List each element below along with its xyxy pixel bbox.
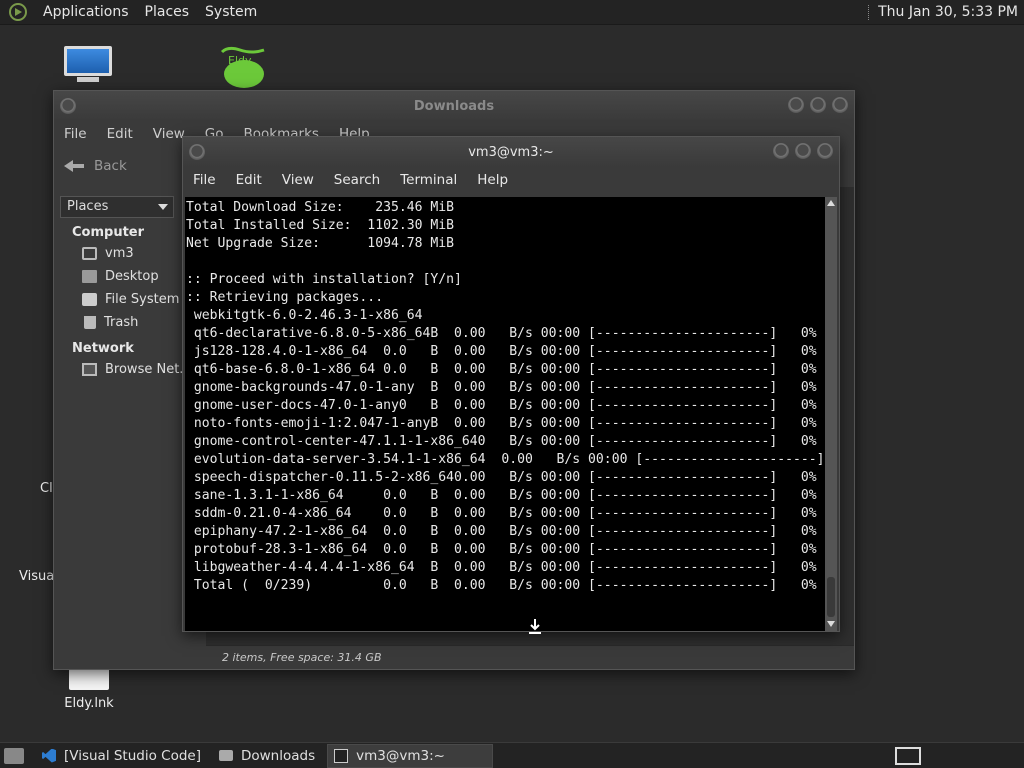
vscode-icon <box>42 748 56 763</box>
sidebar-item-label: File System <box>105 292 180 307</box>
terminal-text: Total Download Size: 235.46 MiB Total Ins… <box>185 197 825 595</box>
maximize-button[interactable] <box>795 143 811 159</box>
terminal-titlebar[interactable]: vm3@vm3:~ <box>183 137 839 167</box>
terminal-line: sane-1.3.1-1-x86_64 0.0 B 0.00 B/s 00:00… <box>186 488 817 503</box>
show-desktop-icon[interactable] <box>4 747 24 764</box>
window-menu-button[interactable] <box>189 144 205 160</box>
term-menu-view[interactable]: View <box>282 172 314 188</box>
terminal-line: Total Download Size: 235.46 MiB <box>186 200 455 215</box>
terminal-line: qt6-base-6.8.0-1-x86_64 0.0 B 0.00 B/s 0… <box>186 362 817 377</box>
terminal-line: noto-fonts-emoji-1:2.047-1-anyB 0.00 B/s… <box>186 416 817 431</box>
partial-desktop-label-visual: Visual <box>19 569 58 584</box>
drive-icon <box>82 293 97 306</box>
terminal-window[interactable]: vm3@vm3:~ File Edit View Search Terminal… <box>182 136 840 632</box>
window-menu-button[interactable] <box>60 98 76 114</box>
term-menu-edit[interactable]: Edit <box>236 172 262 188</box>
terminal-line: qt6-declarative-6.8.0-5-x86_64B 0.00 B/s… <box>186 326 817 341</box>
terminal-icon <box>334 748 349 763</box>
term-menu-search[interactable]: Search <box>334 172 380 188</box>
sidebar-item-label: Browse Net... <box>105 362 192 377</box>
minimize-button[interactable] <box>773 143 789 159</box>
maximize-button[interactable] <box>810 97 826 113</box>
terminal-line: libgweather-4-4.4.4-1-x86_64 B 0.00 B/s … <box>186 560 817 575</box>
terminal-line: js128-128.4.0-1-x86_64 0.0 B 0.00 B/s 00… <box>186 344 817 359</box>
computer-desktop-icon[interactable] <box>62 46 114 86</box>
file-manager-titlebar[interactable]: Downloads <box>54 91 854 121</box>
terminal-line: Net Upgrade Size: 1094.78 MiB <box>186 236 455 251</box>
terminal-line: protobuf-28.3-1-x86_64 0.0 B 0.00 B/s 00… <box>186 542 817 557</box>
fm-menu-edit[interactable]: Edit <box>107 126 133 142</box>
monitor-screen <box>64 46 112 76</box>
file-manager-title: Downloads <box>413 98 495 114</box>
task-label: vm3@vm3:~ <box>356 747 445 764</box>
terminal-line: sddm-0.21.0-4-x86_64 0.0 B 0.00 B/s 00:0… <box>186 506 817 521</box>
terminal-line: Total ( 0/239) 0.0 B 0.00 B/s 00:00 [---… <box>186 578 817 593</box>
clock[interactable]: Thu Jan 30, 5:33 PM <box>878 4 1018 20</box>
close-button[interactable] <box>832 97 848 113</box>
scrollbar-thumb[interactable] <box>827 577 835 617</box>
task-downloads[interactable]: Downloads <box>213 744 323 768</box>
close-button[interactable] <box>817 143 833 159</box>
workspace-switcher[interactable] <box>895 746 921 765</box>
term-menu-file[interactable]: File <box>193 172 216 188</box>
network-icon <box>82 363 97 376</box>
terminal-output[interactable]: Total Download Size: 235.46 MiB Total Ins… <box>185 197 825 631</box>
terminal-title: vm3@vm3:~ <box>468 144 554 160</box>
desktop-folder-icon <box>82 270 97 283</box>
top-panel: Applications Places System Thu Jan 30, 5… <box>0 0 1024 25</box>
status-bar: 2 items, Free space: 31.4 GB <box>206 645 854 669</box>
sidebar-item-label: Desktop <box>105 269 159 284</box>
terminal-line: :: Retrieving packages... <box>186 290 384 305</box>
folder-icon <box>218 750 233 761</box>
terminal-scrollbar[interactable] <box>825 197 837 631</box>
back-arrow-icon[interactable] <box>64 158 84 174</box>
system-menu[interactable]: System <box>205 4 257 20</box>
terminal-menubar: File Edit View Search Terminal Help <box>183 167 839 193</box>
places-dropdown[interactable]: Places <box>60 196 174 218</box>
mouse-cursor-icon <box>529 619 541 634</box>
terminal-line: speech-dispatcher-0.11.5-2-x86_640.00 B/… <box>186 470 817 485</box>
terminal-line: Total Installed Size: 1102.30 MiB <box>186 218 455 233</box>
eldy-shortcut-label: Eldy.lnk <box>64 696 114 711</box>
fm-menu-file[interactable]: File <box>64 126 87 142</box>
applications-menu[interactable]: Applications <box>43 4 129 20</box>
sidebar-item-label: vm3 <box>105 246 134 261</box>
terminal-line: :: Proceed with installation? [Y/n] <box>186 272 462 287</box>
scroll-down-arrow-icon[interactable] <box>827 621 835 627</box>
places-menu[interactable]: Places <box>145 4 190 20</box>
eldy-logo-icon[interactable]: Eldy <box>218 46 270 90</box>
term-menu-help[interactable]: Help <box>477 172 508 188</box>
bottom-panel: [Visual Studio Code] Downloads vm3@vm3:~ <box>0 742 1024 768</box>
back-button[interactable]: Back <box>94 158 127 174</box>
clock-area: Thu Jan 30, 5:33 PM <box>868 4 1024 20</box>
fm-menu-view[interactable]: View <box>153 126 185 142</box>
distro-logo-icon[interactable] <box>9 3 27 21</box>
task-terminal[interactable]: vm3@vm3:~ <box>327 743 494 768</box>
task-vscode[interactable]: [Visual Studio Code] <box>36 744 209 768</box>
monitor-stand <box>77 77 99 82</box>
terminal-line: gnome-control-center-47.1.1-1-x86_640 B/… <box>186 434 817 449</box>
top-menu: Applications Places System <box>0 3 273 21</box>
terminal-line: gnome-backgrounds-47.0-1-any B 0.00 B/s … <box>186 380 817 395</box>
term-menu-terminal[interactable]: Terminal <box>400 172 457 188</box>
terminal-line: gnome-user-docs-47.0-1-any0 B 0.00 B/s 0… <box>186 398 817 413</box>
sidebar-item-label: Trash <box>104 315 139 330</box>
svg-text:Eldy: Eldy <box>228 54 252 67</box>
task-label: [Visual Studio Code] <box>64 747 201 764</box>
minimize-button[interactable] <box>788 97 804 113</box>
task-label: Downloads <box>240 747 316 764</box>
terminal-line: evolution-data-server-3.54.1-1-x86_64 0.… <box>186 452 825 467</box>
terminal-line: epiphany-47.2-1-x86_64 0.0 B 0.00 B/s 00… <box>186 524 817 539</box>
home-folder-icon <box>82 247 97 260</box>
terminal-line: webkitgtk-6.0-2.46.3-1-x86_64 <box>186 308 423 323</box>
panel-separator <box>868 4 870 20</box>
trash-icon <box>84 316 96 329</box>
scroll-up-arrow-icon[interactable] <box>827 200 835 206</box>
partial-desktop-label: Cl <box>40 481 53 496</box>
